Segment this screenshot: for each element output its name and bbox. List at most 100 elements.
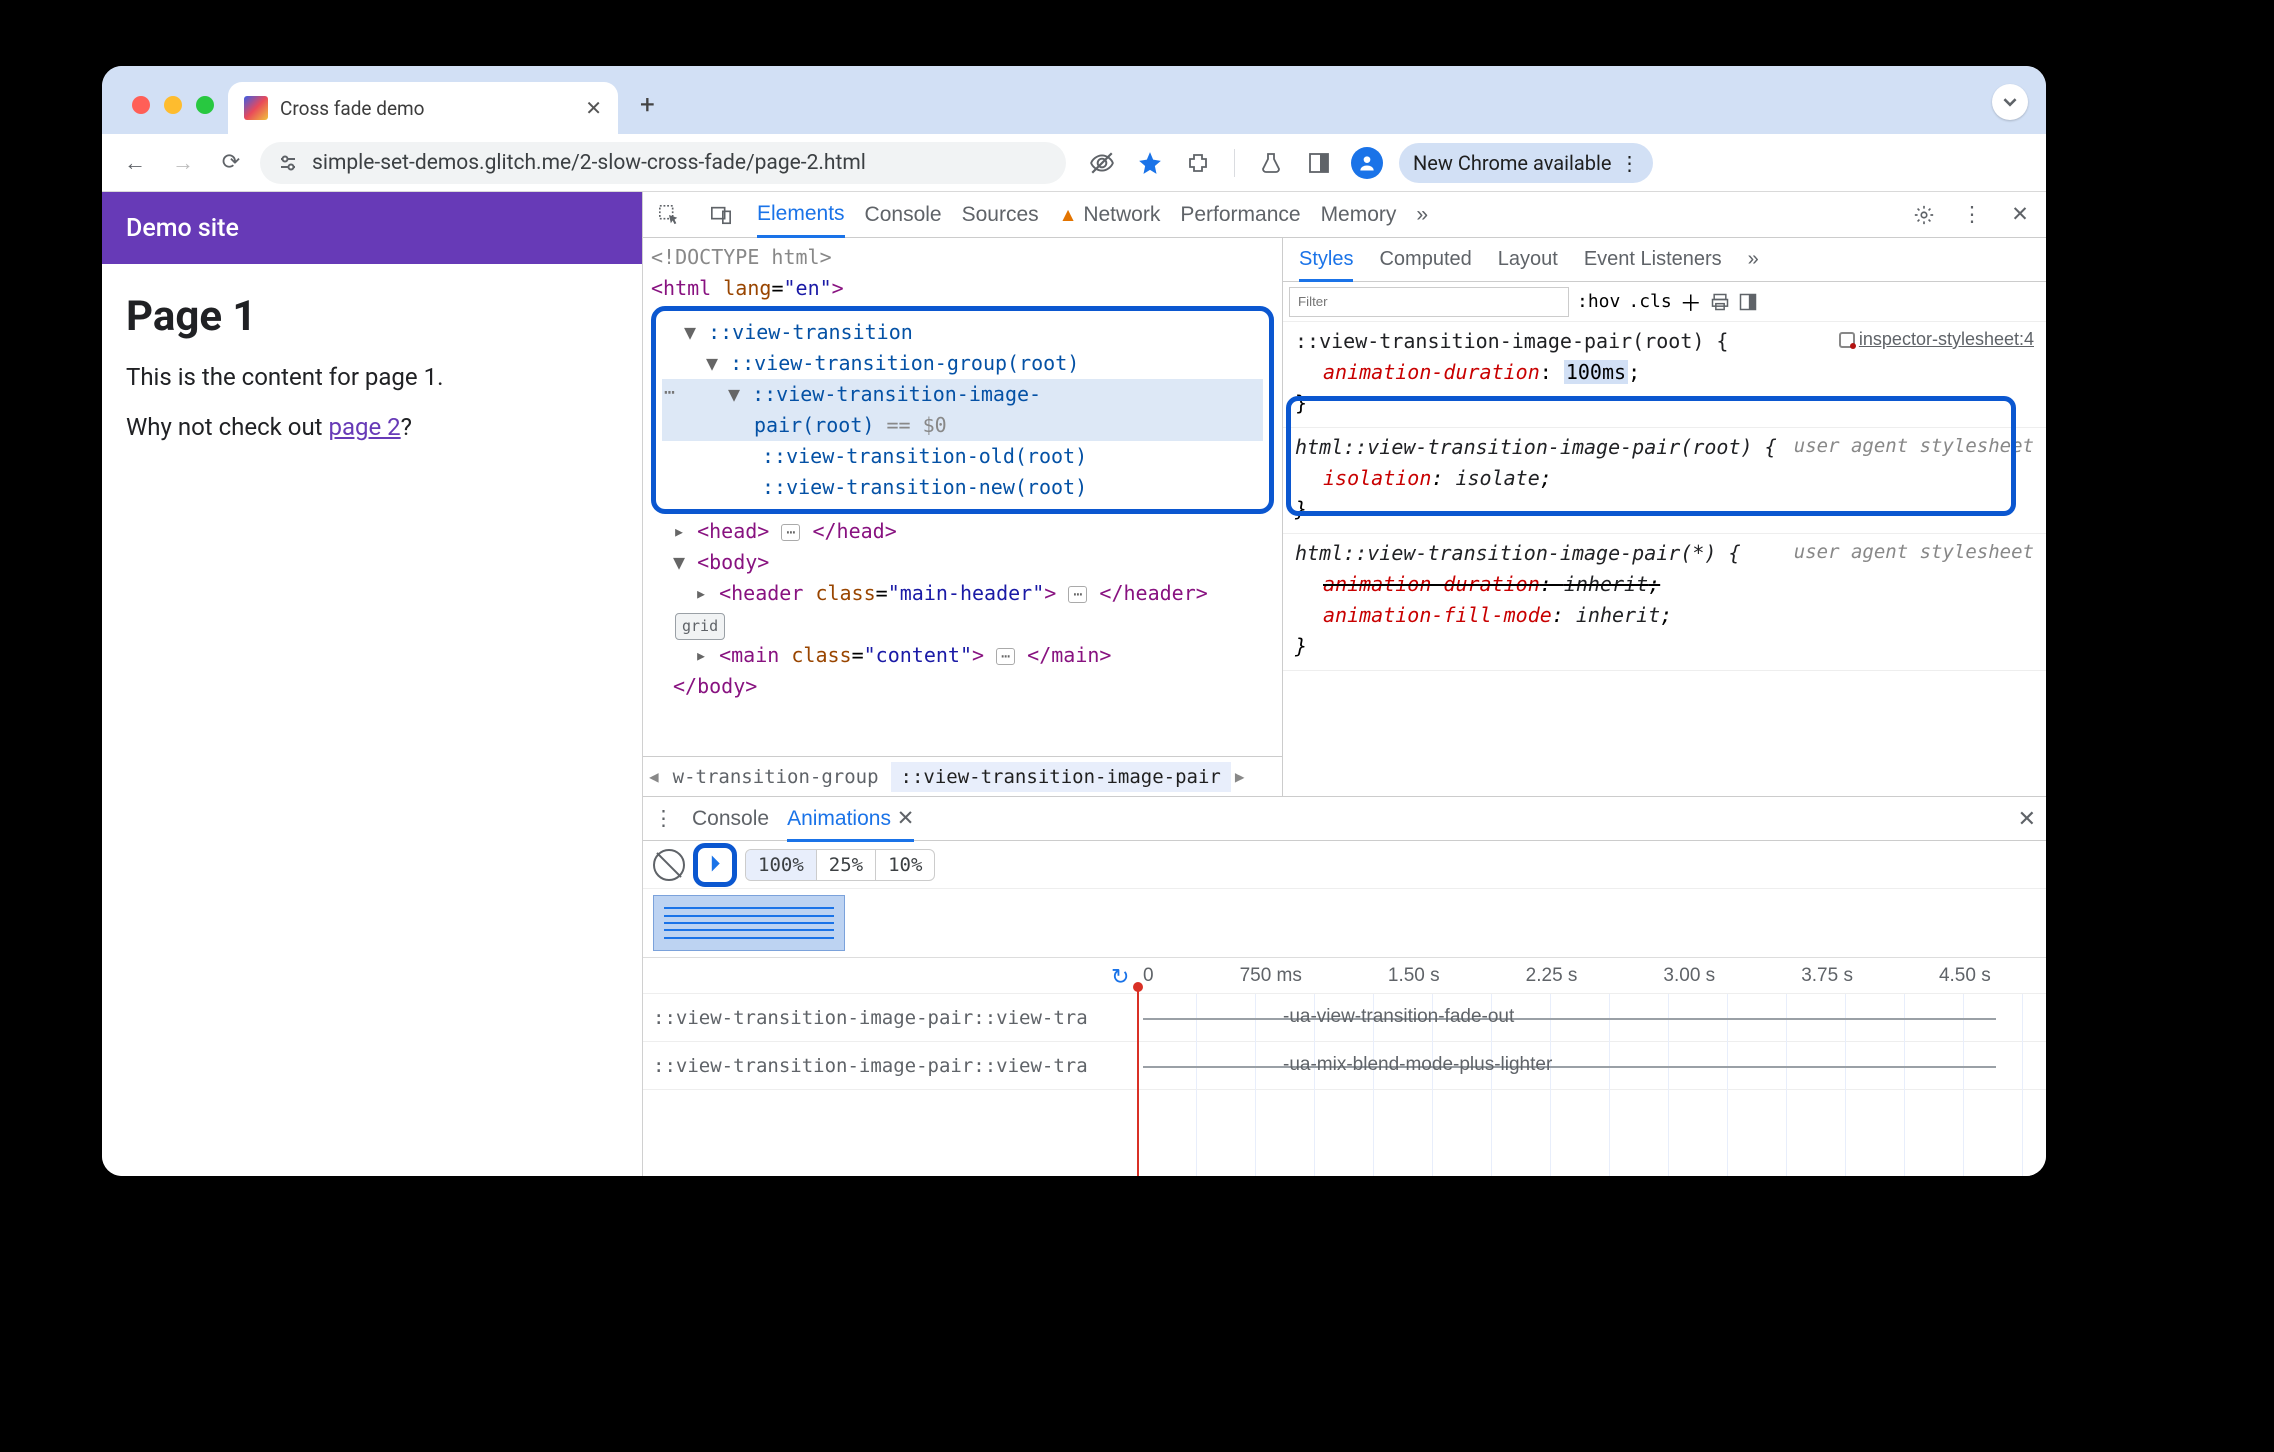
tab-more[interactable]: »: [1416, 203, 1428, 227]
dom-panel: <!DOCTYPE html> <html lang="en"> ▼ ::vie…: [643, 238, 1283, 796]
styles-sub-tabs: Styles Computed Layout Event Listeners »: [1283, 238, 2046, 282]
devtools-main-tabs: Elements Console Sources ▲ Network Perfo…: [643, 192, 2046, 238]
reload-button[interactable]: ⟳: [212, 144, 250, 182]
crumb-left-icon[interactable]: ◀: [647, 767, 661, 786]
settings-gear-icon[interactable]: [1908, 199, 1940, 231]
drawer-tab-console[interactable]: Console: [692, 807, 769, 831]
incognito-blocked-icon[interactable]: [1086, 147, 1118, 179]
drawer-kebab-icon[interactable]: ⋮: [653, 806, 674, 831]
crumb-right-icon[interactable]: ▶: [1233, 767, 1247, 786]
playback-speed-group: 100% 25% 10%: [745, 849, 935, 881]
crumb-group[interactable]: w-transition-group: [663, 762, 889, 792]
site-settings-icon[interactable]: [278, 153, 298, 173]
speed-25[interactable]: 25%: [817, 850, 876, 880]
tab-computed[interactable]: Computed: [1379, 248, 1471, 271]
crumb-image-pair[interactable]: ::view-transition-image-pair: [891, 762, 1231, 792]
back-button[interactable]: ←: [116, 144, 154, 182]
site-title: Demo site: [126, 214, 239, 243]
styles-panel: Styles Computed Layout Event Listeners »…: [1283, 238, 2046, 796]
device-toolbar-icon[interactable]: [705, 199, 737, 231]
separator: [1234, 149, 1235, 177]
view-transition-callout: ▼ ::view-transition ▼ ::view-transition-…: [651, 306, 1274, 514]
new-tab-button[interactable]: +: [630, 90, 665, 134]
profile-avatar[interactable]: [1351, 147, 1383, 179]
rule-inspector: inspector-stylesheet:4 ::view-transition…: [1283, 322, 2046, 428]
tab-console[interactable]: Console: [865, 203, 942, 227]
bookmark-star-icon[interactable]: [1134, 147, 1166, 179]
new-style-rule-icon[interactable]: ＋: [1680, 286, 1702, 318]
inspect-element-icon[interactable]: [653, 199, 685, 231]
page-body: Page 1 This is the content for page 1. W…: [102, 264, 642, 491]
styles-rules[interactable]: inspector-stylesheet:4 ::view-transition…: [1283, 322, 2046, 671]
replay-icon[interactable]: ↻: [1111, 964, 1129, 990]
page-heading: Page 1: [126, 292, 618, 341]
update-label: New Chrome available: [1413, 151, 1611, 175]
speed-10[interactable]: 10%: [876, 850, 934, 880]
drawer-tab-animations[interactable]: Animations ✕: [787, 806, 914, 842]
dom-tree[interactable]: <!DOCTYPE html> <html lang="en"> ▼ ::vie…: [643, 238, 1282, 756]
tab-sources[interactable]: Sources: [962, 203, 1039, 227]
rule-ua-1: user agent stylesheet html::view-transit…: [1283, 428, 2046, 534]
devtools-dock-icon[interactable]: [1303, 147, 1335, 179]
favicon-icon: [244, 96, 268, 120]
animations-timeline[interactable]: ↻ 0 750 ms 1.50 s 2.25 s 3.00 s 3.75 s 4…: [643, 957, 2046, 1176]
animations-close-icon[interactable]: ✕: [897, 807, 915, 830]
devtools-drawer: ⋮ Console Animations ✕ ✕ ⏵ 100% 25% 10%: [643, 796, 2046, 1176]
playhead[interactable]: [1137, 988, 1139, 1176]
tab-close-button[interactable]: ✕: [585, 96, 602, 120]
url-text: simple-set-demos.glitch.me/2-slow-cross-…: [312, 151, 866, 175]
labs-icon[interactable]: [1255, 147, 1287, 179]
stylesheet-link[interactable]: inspector-stylesheet:4: [1839, 326, 2034, 354]
address-bar[interactable]: simple-set-demos.glitch.me/2-slow-cross-…: [260, 142, 1066, 184]
page-2-link[interactable]: page 2: [328, 413, 400, 441]
extensions-icon[interactable]: [1182, 147, 1214, 179]
duration-value-input[interactable]: 100ms: [1564, 360, 1628, 384]
tab-elements[interactable]: Elements: [757, 202, 845, 238]
tab-styles[interactable]: Styles: [1299, 248, 1353, 282]
tab-search-button[interactable]: [1992, 84, 2028, 120]
clear-animations-button[interactable]: [653, 849, 685, 881]
time-ruler: 0 750 ms 1.50 s 2.25 s 3.00 s 3.75 s 4.5…: [643, 958, 2046, 994]
tab-network[interactable]: ▲ Network: [1059, 203, 1161, 227]
close-window-button[interactable]: [132, 96, 150, 114]
computed-toggle-icon[interactable]: [1738, 292, 1758, 312]
tab-event-listeners[interactable]: Event Listeners: [1584, 248, 1722, 271]
maximize-window-button[interactable]: [196, 96, 214, 114]
stylesheet-icon: [1839, 332, 1855, 348]
styles-filter-input[interactable]: [1289, 287, 1569, 317]
traffic-lights: [120, 96, 228, 134]
hov-toggle[interactable]: :hov: [1577, 291, 1620, 312]
play-button-callout: ⏵: [693, 843, 737, 887]
rule-ua-2: user agent stylesheet html::view-transit…: [1283, 534, 2046, 671]
chrome-update-button[interactable]: New Chrome available ⋮: [1399, 143, 1653, 183]
devtools-kebab-icon[interactable]: ⋮: [1956, 199, 1988, 231]
print-icon[interactable]: [1710, 292, 1730, 312]
cls-toggle[interactable]: .cls: [1628, 291, 1671, 312]
tab-styles-more[interactable]: »: [1748, 248, 1759, 271]
browser-window: Cross fade demo ✕ + ← → ⟳ simple-set-dem…: [102, 66, 2046, 1176]
drawer-tabs: ⋮ Console Animations ✕ ✕: [643, 797, 2046, 841]
toolbar-actions: New Chrome available ⋮: [1086, 143, 1653, 183]
browser-tab[interactable]: Cross fade demo ✕: [228, 82, 618, 134]
animation-group-thumb[interactable]: [653, 895, 845, 951]
play-pause-button[interactable]: ⏵: [709, 852, 720, 877]
tab-layout[interactable]: Layout: [1498, 248, 1558, 271]
forward-button[interactable]: →: [164, 144, 202, 182]
minimize-window-button[interactable]: [164, 96, 182, 114]
warning-icon: ▲: [1059, 205, 1078, 226]
tab-memory[interactable]: Memory: [1321, 203, 1397, 227]
page-preview: Demo site Page 1 This is the content for…: [102, 192, 642, 1176]
drawer-close-icon[interactable]: ✕: [2018, 806, 2036, 832]
main-area: Demo site Page 1 This is the content for…: [102, 192, 2046, 1176]
grid-badge[interactable]: grid: [675, 613, 725, 640]
kebab-icon: ⋮: [1619, 151, 1639, 175]
devtools-close-icon[interactable]: ✕: [2004, 199, 2036, 231]
dom-doctype: <!DOCTYPE html>: [651, 242, 1274, 273]
tab-performance[interactable]: Performance: [1180, 203, 1300, 227]
tab-title: Cross fade demo: [280, 97, 573, 120]
dom-breadcrumbs[interactable]: ◀ w-transition-group ::view-transition-i…: [643, 756, 1282, 796]
page-site-header: Demo site: [102, 192, 642, 264]
ellipsis-icon[interactable]: ⋯: [664, 379, 675, 407]
styles-toolbar: :hov .cls ＋: [1283, 282, 2046, 322]
speed-100[interactable]: 100%: [746, 850, 817, 880]
